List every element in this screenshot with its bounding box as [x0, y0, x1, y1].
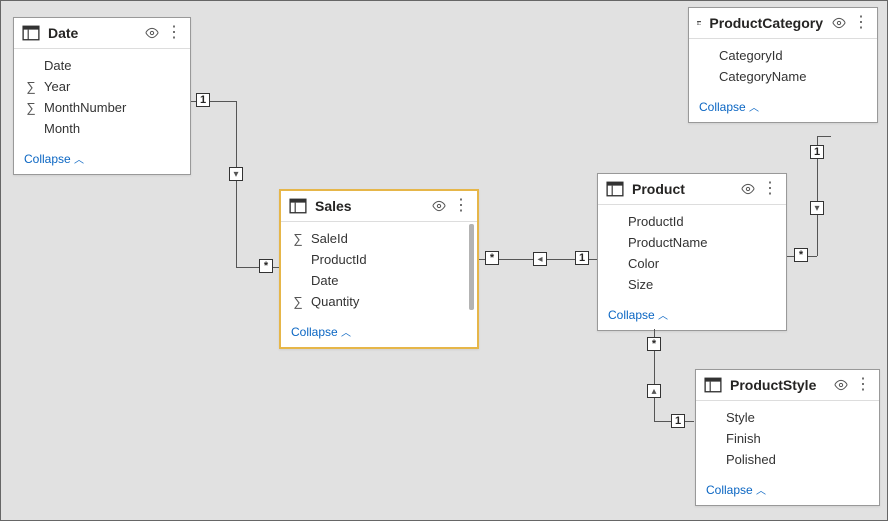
table-card-product[interactable]: Product ⋮ ProductId ProductName Color Si… [597, 173, 787, 331]
field-label: Date [311, 273, 338, 288]
field-label: Year [44, 79, 70, 94]
collapse-toggle[interactable]: Collapse ︿ [696, 476, 879, 505]
more-options-icon[interactable]: ⋮ [453, 198, 469, 214]
cardinality-one: 1 [575, 251, 589, 265]
field-row[interactable]: Date [14, 55, 190, 76]
field-label: Month [44, 121, 80, 136]
field-row[interactable]: ∑ Quantity [281, 291, 477, 312]
field-row[interactable]: CategoryId [689, 45, 877, 66]
table-card-productstyle[interactable]: ProductStyle ⋮ Style Finish Polished Col… [695, 369, 880, 506]
collapse-toggle[interactable]: Collapse ︿ [14, 145, 190, 174]
table-title: Date [48, 25, 136, 41]
card-header[interactable]: Product ⋮ [598, 174, 786, 204]
table-title: Sales [315, 198, 423, 214]
field-label: Color [628, 256, 659, 271]
chevron-up-icon: ︿ [74, 155, 84, 166]
field-row[interactable]: ∑ Year [14, 76, 190, 97]
field-row[interactable]: ProductId [281, 249, 477, 270]
card-header[interactable]: ProductStyle ⋮ [696, 370, 879, 400]
table-icon [289, 197, 307, 215]
table-card-productcategory[interactable]: ProductCategory ⋮ CategoryId CategoryNam… [688, 7, 878, 123]
sigma-icon: ∑ [291, 231, 305, 246]
chevron-up-icon: ︿ [749, 103, 759, 114]
sigma-icon: ∑ [24, 100, 38, 115]
collapse-toggle[interactable]: Collapse ︿ [598, 301, 786, 330]
card-header[interactable]: Sales ⋮ [281, 191, 477, 221]
field-row[interactable]: ∑ SaleId [281, 228, 477, 249]
field-label: Size [628, 277, 653, 292]
field-label: Date [44, 58, 71, 73]
field-label: SaleId [311, 231, 348, 246]
field-row[interactable]: Month [14, 118, 190, 139]
field-list: Date ∑ Year ∑ MonthNumber Month [14, 48, 190, 145]
visibility-icon[interactable] [833, 377, 849, 393]
field-list: ProductId ProductName Color Size [598, 204, 786, 301]
table-icon [22, 24, 40, 42]
field-row[interactable]: ProductName [598, 232, 786, 253]
table-icon [606, 180, 624, 198]
chevron-up-icon: ︿ [341, 328, 351, 339]
field-label: ProductId [628, 214, 684, 229]
more-options-icon[interactable]: ⋮ [762, 181, 778, 197]
cardinality-many: * [794, 248, 808, 262]
field-row[interactable]: ProductId [598, 211, 786, 232]
field-label: MonthNumber [44, 100, 126, 115]
field-label: Quantity [311, 294, 359, 309]
field-row[interactable]: ∑ MonthNumber [14, 97, 190, 118]
field-row[interactable]: Polished [696, 449, 879, 470]
table-title: ProductStyle [730, 377, 825, 393]
cardinality-one: 1 [196, 93, 210, 107]
filter-direction-icon: ▾ [810, 201, 824, 215]
filter-direction-icon: ◂ [533, 252, 547, 266]
field-label: CategoryId [719, 48, 783, 63]
cardinality-many: * [485, 251, 499, 265]
table-card-date[interactable]: Date ⋮ Date ∑ Year ∑ MonthNumber Month Col… [13, 17, 191, 175]
relationship-line[interactable] [236, 101, 237, 267]
card-header[interactable]: ProductCategory ⋮ [689, 8, 877, 38]
relationship-line[interactable] [817, 136, 831, 137]
filter-direction-icon: ▾ [229, 167, 243, 181]
table-title: ProductCategory [709, 15, 823, 31]
field-list: ∑ SaleId ProductId Date ∑ Quantity [281, 221, 477, 318]
table-icon [697, 14, 701, 32]
field-row[interactable]: Date [281, 270, 477, 291]
table-title: Product [632, 181, 732, 197]
card-header[interactable]: Date ⋮ [14, 18, 190, 48]
field-label: Style [726, 410, 755, 425]
more-options-icon[interactable]: ⋮ [853, 15, 869, 31]
collapse-toggle[interactable]: Collapse ︿ [689, 93, 877, 122]
model-canvas[interactable]: Date ⋮ Date ∑ Year ∑ MonthNumber Month Col… [0, 0, 888, 521]
more-options-icon[interactable]: ⋮ [855, 377, 871, 393]
chevron-up-icon: ︿ [756, 486, 766, 497]
table-icon [704, 376, 722, 394]
scrollbar-thumb[interactable] [469, 224, 474, 310]
visibility-icon[interactable] [144, 25, 160, 41]
field-label: Polished [726, 452, 776, 467]
table-card-sales[interactable]: Sales ⋮ ∑ SaleId ProductId Date ∑ Quantity… [279, 189, 479, 349]
visibility-icon[interactable] [831, 15, 847, 31]
field-row[interactable]: Size [598, 274, 786, 295]
filter-direction-icon: ▴ [647, 384, 661, 398]
chevron-up-icon: ︿ [658, 311, 668, 322]
more-options-icon[interactable]: ⋮ [166, 25, 182, 41]
field-label: Finish [726, 431, 761, 446]
cardinality-one: 1 [810, 145, 824, 159]
sigma-icon: ∑ [291, 294, 305, 309]
field-row[interactable]: Style [696, 407, 879, 428]
field-row[interactable]: Color [598, 253, 786, 274]
visibility-icon[interactable] [740, 181, 756, 197]
cardinality-one: 1 [671, 414, 685, 428]
field-row[interactable]: CategoryName [689, 66, 877, 87]
cardinality-many: * [647, 337, 661, 351]
field-label: CategoryName [719, 69, 806, 84]
field-label: ProductName [628, 235, 707, 250]
sigma-icon: ∑ [24, 79, 38, 94]
field-list: CategoryId CategoryName [689, 38, 877, 93]
field-list: Style Finish Polished [696, 400, 879, 476]
field-label: ProductId [311, 252, 367, 267]
cardinality-many: * [259, 259, 273, 273]
field-row[interactable]: Finish [696, 428, 879, 449]
visibility-icon[interactable] [431, 198, 447, 214]
collapse-toggle[interactable]: Collapse ︿ [281, 318, 477, 347]
